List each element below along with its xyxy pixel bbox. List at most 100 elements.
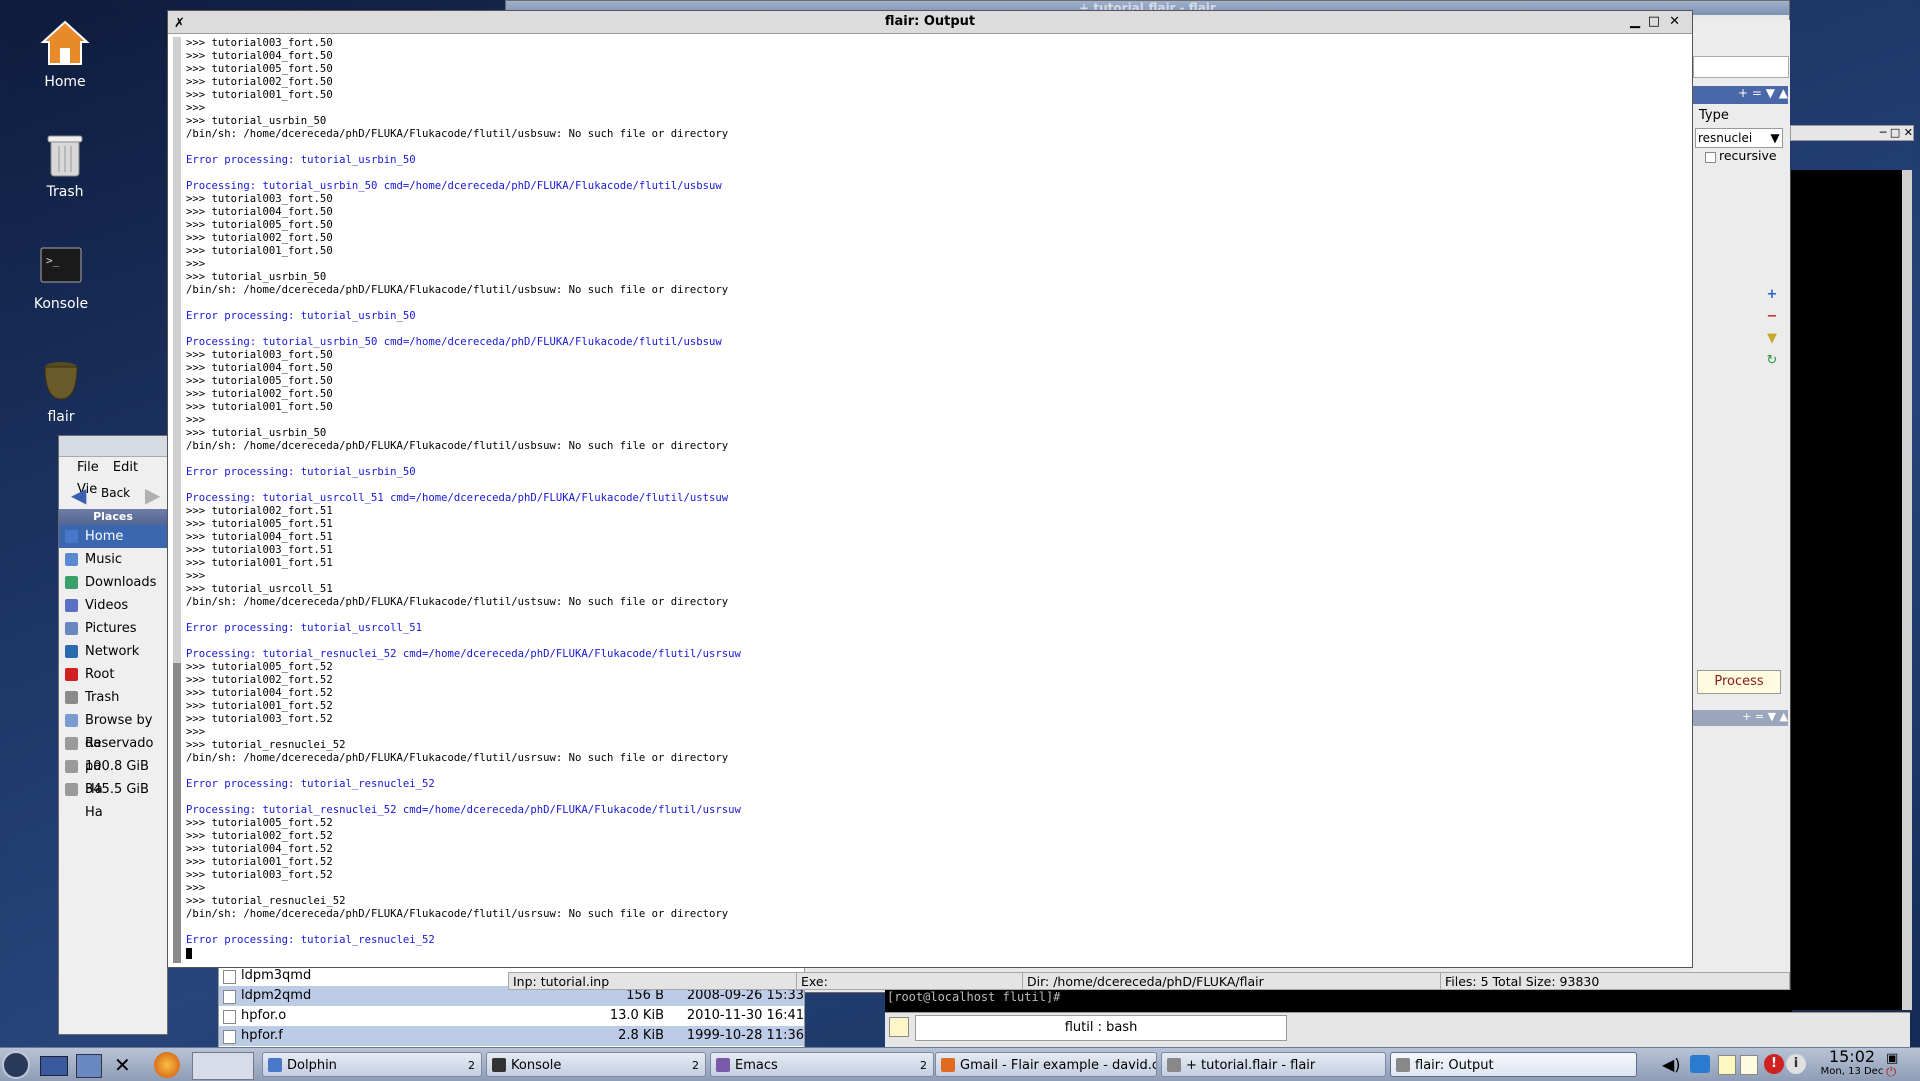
lock-icon[interactable]: ▣ (1886, 1051, 1898, 1066)
system-monitor-icon[interactable] (76, 1054, 102, 1078)
output-line: >>> tutorial003_fort.50 (186, 349, 333, 361)
task-label: Dolphin (287, 1058, 337, 1073)
sidebar-item-home[interactable]: Home (59, 525, 167, 548)
close-icon[interactable]: ✕ (1669, 11, 1680, 33)
toolbar-symbols[interactable]: + = ▼ ▲ (1738, 86, 1788, 100)
terminal-tab-label: flutil : bash (1064, 1020, 1138, 1035)
output-line: >>> tutorial004_fort.52 (186, 687, 333, 699)
task-count-badge: 2 (468, 1059, 475, 1072)
error-line: Error processing: tutorial_usrbin_50 (186, 466, 416, 478)
sidebar-item-music[interactable]: Music (59, 548, 167, 571)
sidebar-item-browse-by-da[interactable]: Browse by da (59, 709, 167, 751)
back-button-label[interactable]: Back (101, 486, 130, 500)
menu-edit[interactable]: Edit (113, 460, 138, 475)
desktop-icon-konsole[interactable]: >_ Konsole (6, 240, 116, 312)
desktop-icon-home[interactable]: Home (10, 18, 120, 90)
remove-icon[interactable]: − (1765, 310, 1779, 324)
status-inp: Inp: tutorial.inp (508, 972, 798, 990)
new-tab-icon[interactable] (889, 1017, 909, 1037)
taskbar: ✕ Dolphin 2 Konsole 2 Emacs 2 Gmail - Flair ex… (0, 1047, 1920, 1081)
alert-icon[interactable]: ! (1764, 1054, 1784, 1074)
desktop-show-icon[interactable] (40, 1056, 68, 1076)
desktop-icon-trash[interactable]: Trash (10, 128, 120, 200)
menu-file[interactable]: File (77, 460, 99, 475)
taskbar-task[interactable]: Konsole 2 (486, 1052, 706, 1077)
clock-time: 15:02 (1828, 1047, 1876, 1066)
sidebar-item-pictures[interactable]: Pictures (59, 617, 167, 640)
minimize-icon[interactable]: ▁ (1630, 11, 1640, 33)
output-line: /bin/sh: /home/dcereceda/phD/FLUKA/Fluka… (186, 440, 729, 452)
drive-icon (65, 783, 78, 796)
toolbar-symbols-2[interactable]: + = ▼ ▲ (1742, 710, 1788, 723)
recursive-checkbox[interactable] (1705, 152, 1716, 163)
sidebar-item-label: Trash (85, 690, 120, 705)
scrollbar-thumb[interactable] (173, 663, 181, 963)
task-app-icon (268, 1058, 282, 1072)
add-icon[interactable]: + (1765, 288, 1779, 302)
taskbar-task[interactable]: Emacs 2 (710, 1052, 934, 1077)
task-app-icon (1167, 1058, 1181, 1072)
volume-icon[interactable]: ◀) (1662, 1055, 1681, 1074)
back-arrow-icon[interactable]: ◀ (71, 483, 86, 507)
tools-icon[interactable]: ✕ (114, 1053, 131, 1077)
calendar-search-icon (65, 714, 78, 727)
maximize-icon[interactable]: □ (1648, 11, 1660, 33)
sidebar-item-label: Root (85, 667, 115, 682)
network-icon[interactable] (1690, 1055, 1710, 1073)
sidebar-item-network[interactable]: Network (59, 640, 167, 663)
output-line: >>> tutorial005_fort.50 (186, 219, 333, 231)
task-label: + tutorial.flair - flair (1186, 1058, 1316, 1073)
firefox-icon[interactable] (154, 1052, 180, 1078)
sidebar-item-100-8-gib-ha[interactable]: 100.8 GiB Ha (59, 755, 167, 797)
output-titlebar[interactable]: ✗ flair: Output ▁ □ ✕ (168, 11, 1692, 34)
power-icon[interactable]: ⏻ (1886, 1065, 1896, 1080)
info-icon[interactable]: i (1786, 1054, 1806, 1074)
clock[interactable]: 15:02 Mon, 13 Dec (1812, 1048, 1892, 1078)
output-line: >>> tutorial002_fort.51 (186, 505, 333, 517)
file-row[interactable]: hpfor.o 13.0 KiB 2010-11-30 16:41 (219, 1006, 804, 1026)
refresh-icon[interactable]: ↻ (1765, 354, 1779, 368)
sidebar-item-trash[interactable]: Trash (59, 686, 167, 709)
process-button[interactable]: Process (1697, 670, 1781, 694)
forward-arrow-icon[interactable]: ▶ (145, 483, 160, 507)
home-folder-icon (65, 530, 78, 543)
task-label: Emacs (735, 1058, 778, 1073)
sidebar-item-videos[interactable]: Videos (59, 594, 167, 617)
network-globe-icon (65, 645, 78, 658)
output-line: >>> tutorial003_fort.50 (186, 193, 333, 205)
output-line: >>> tutorial002_fort.50 (186, 388, 333, 400)
kde-menu-icon[interactable] (2, 1051, 30, 1079)
clipboard-icon[interactable] (1718, 1055, 1736, 1075)
output-line: >>> tutorial_resnuclei_52 (186, 895, 346, 907)
filter-icon[interactable]: ▼ (1765, 332, 1779, 346)
trash-icon (39, 128, 91, 180)
output-line: >>> tutorial_usrcoll_51 (186, 583, 333, 595)
dolphin-titlebar[interactable] (59, 436, 167, 457)
taskbar-task[interactable]: + tutorial.flair - flair (1161, 1052, 1386, 1077)
desktop-icon-flair[interactable]: flair (6, 353, 116, 425)
type-select-value: resnuclei (1698, 131, 1753, 145)
sidebar-item-label: Pictures (85, 621, 137, 636)
sidebar-item-root[interactable]: Root (59, 663, 167, 686)
sidebar-item-reservado-pa[interactable]: Reservado pa (59, 732, 167, 774)
pager-icon[interactable] (192, 1052, 254, 1080)
output-line: >>> tutorial001_fort.50 (186, 89, 333, 101)
task-label: Konsole (511, 1058, 562, 1073)
file-row[interactable]: hpfor.f 2.8 KiB 1999-10-28 11:36 (219, 1026, 804, 1046)
terminal-tab[interactable]: flutil : bash (915, 1015, 1287, 1041)
output-scrollbar[interactable] (173, 37, 181, 963)
panel-input-box[interactable] (1693, 56, 1789, 78)
notes-icon[interactable] (1740, 1055, 1758, 1075)
output-line: >>> tutorial005_fort.52 (186, 661, 333, 673)
konsole-titlebar[interactable]: ─ □ ✕ (1790, 125, 1914, 141)
sidebar-item-345-5-gib-ha[interactable]: 345.5 GiB Ha (59, 778, 167, 820)
taskbar-task[interactable]: flair: Output (1390, 1052, 1637, 1077)
sidebar-item-downloads[interactable]: Downloads (59, 571, 167, 594)
konsole-scrollbar[interactable] (1902, 170, 1912, 1010)
taskbar-task[interactable]: Gmail - Flair example - david.ce (935, 1052, 1157, 1077)
taskbar-task[interactable]: Dolphin 2 (262, 1052, 482, 1077)
type-select[interactable]: resnuclei ▼ (1695, 128, 1783, 148)
output-line: >>> tutorial001_fort.52 (186, 856, 333, 868)
